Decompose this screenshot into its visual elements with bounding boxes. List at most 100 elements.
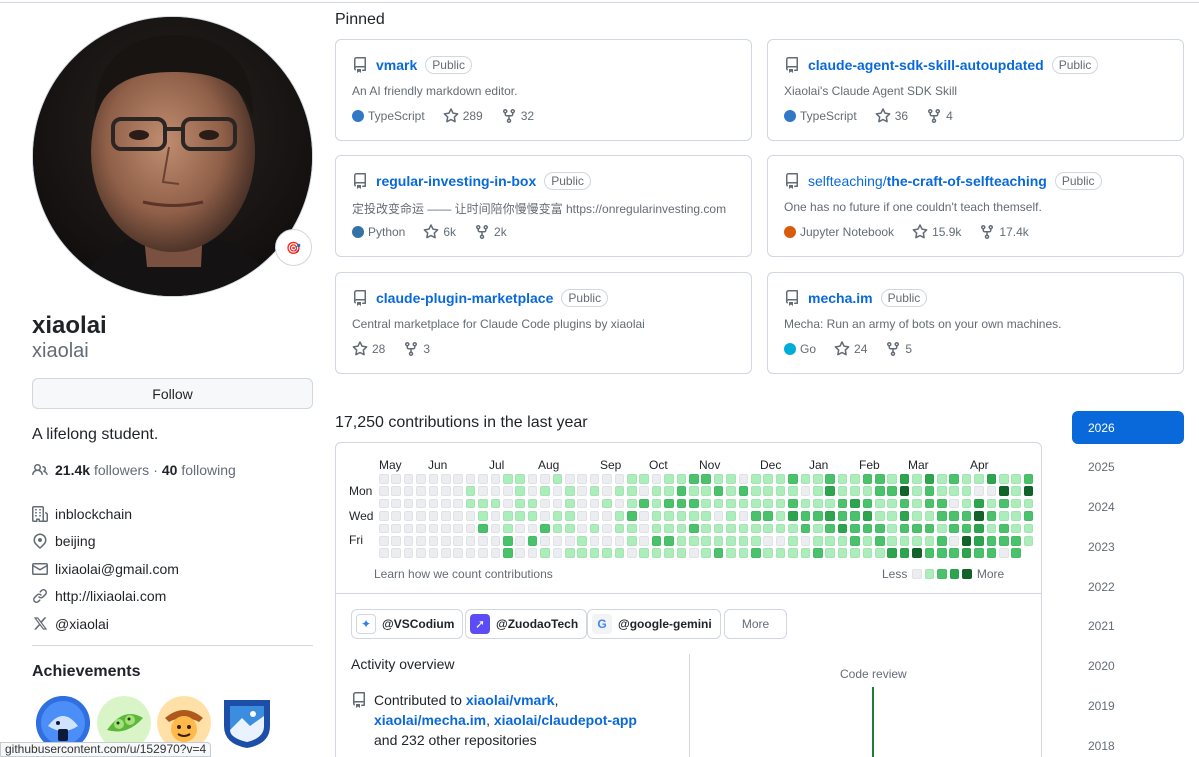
contribution-day-cell[interactable] bbox=[775, 536, 786, 546]
avatar[interactable] bbox=[32, 16, 313, 297]
contribution-day-cell[interactable] bbox=[379, 486, 389, 496]
contribution-day-cell[interactable] bbox=[775, 474, 786, 484]
contribution-day-cell[interactable] bbox=[577, 474, 587, 484]
contribution-day-cell[interactable] bbox=[813, 474, 823, 484]
repo-link-claude-agent-sdk-skill-autoupdated[interactable]: claude-agent-sdk-skill-autoupdated bbox=[808, 57, 1044, 73]
contribution-day-cell[interactable] bbox=[453, 523, 463, 534]
contribution-day-cell[interactable] bbox=[949, 536, 959, 546]
contribution-day-cell[interactable] bbox=[602, 498, 612, 509]
contribution-day-cell[interactable] bbox=[974, 498, 984, 509]
contribution-day-cell[interactable] bbox=[937, 486, 947, 496]
contribution-day-cell[interactable] bbox=[813, 511, 823, 521]
contribution-day-cell[interactable] bbox=[490, 486, 501, 496]
contribution-day-cell[interactable] bbox=[602, 548, 612, 558]
contribution-day-cell[interactable] bbox=[614, 536, 625, 546]
contribution-day-cell[interactable] bbox=[1023, 486, 1034, 496]
contribution-day-cell[interactable] bbox=[540, 536, 550, 546]
contribution-day-cell[interactable] bbox=[875, 498, 885, 509]
contribution-day-cell[interactable] bbox=[899, 498, 910, 509]
contribution-day-cell[interactable] bbox=[503, 498, 513, 509]
repo-link-the-craft-of-selfteaching[interactable]: selfteaching/the-craft-of-selfteaching bbox=[808, 173, 1047, 189]
contribution-day-cell[interactable] bbox=[565, 474, 575, 484]
contribution-day-cell[interactable] bbox=[813, 486, 823, 496]
contribution-day-cell[interactable] bbox=[887, 536, 897, 546]
contribution-day-cell[interactable] bbox=[627, 486, 637, 496]
contribution-day-cell[interactable] bbox=[961, 523, 972, 534]
contribution-day-cell[interactable] bbox=[800, 498, 811, 509]
contribution-day-cell[interactable] bbox=[924, 523, 935, 534]
contribution-day-cell[interactable] bbox=[379, 536, 389, 546]
contribution-day-cell[interactable] bbox=[1023, 523, 1034, 534]
contribution-day-cell[interactable] bbox=[738, 548, 749, 558]
year-link-2019[interactable]: 2019 bbox=[1072, 690, 1184, 723]
contribution-day-cell[interactable] bbox=[800, 523, 811, 534]
contribution-day-cell[interactable] bbox=[850, 486, 860, 496]
contribution-day-cell[interactable] bbox=[763, 523, 773, 534]
contribution-day-cell[interactable] bbox=[391, 536, 401, 546]
x-account-link[interactable]: @xiaolai bbox=[55, 616, 109, 632]
contribution-day-cell[interactable] bbox=[751, 486, 761, 496]
contribution-day-cell[interactable] bbox=[515, 536, 525, 546]
contribution-day-cell[interactable] bbox=[441, 498, 451, 509]
repo-stars-link[interactable]: 6k bbox=[423, 224, 456, 240]
contribution-day-cell[interactable] bbox=[527, 548, 538, 558]
org-filter-zuodaotech[interactable]: ➚ @ZuodaoTech bbox=[465, 609, 588, 639]
contribution-day-cell[interactable] bbox=[825, 548, 835, 558]
contribution-day-cell[interactable] bbox=[862, 548, 873, 558]
contribution-day-cell[interactable] bbox=[1011, 498, 1021, 509]
repo-stars-link[interactable]: 36 bbox=[875, 108, 908, 124]
contribution-day-cell[interactable] bbox=[837, 486, 848, 496]
contribution-day-cell[interactable] bbox=[1011, 486, 1021, 496]
contribution-day-cell[interactable] bbox=[527, 474, 538, 484]
contribution-day-cell[interactable] bbox=[478, 486, 488, 496]
contribution-day-cell[interactable] bbox=[738, 523, 749, 534]
contribution-day-cell[interactable] bbox=[1011, 474, 1021, 484]
contribution-day-cell[interactable] bbox=[800, 536, 811, 546]
contribution-day-cell[interactable] bbox=[912, 536, 922, 546]
contribution-day-cell[interactable] bbox=[527, 486, 538, 496]
repo-forks-link[interactable]: 17.4k bbox=[979, 224, 1029, 240]
contribution-day-cell[interactable] bbox=[899, 474, 910, 484]
contribution-day-cell[interactable] bbox=[465, 548, 476, 558]
contribution-day-cell[interactable] bbox=[862, 486, 873, 496]
contribution-day-cell[interactable] bbox=[974, 486, 984, 496]
contribution-day-cell[interactable] bbox=[1011, 523, 1021, 534]
contribution-day-cell[interactable] bbox=[800, 486, 811, 496]
contribution-day-cell[interactable] bbox=[515, 498, 525, 509]
contribution-day-cell[interactable] bbox=[391, 474, 401, 484]
contribution-day-cell[interactable] bbox=[924, 498, 935, 509]
contribution-day-cell[interactable] bbox=[726, 511, 736, 521]
contribution-day-cell[interactable] bbox=[751, 548, 761, 558]
contribution-day-cell[interactable] bbox=[478, 548, 488, 558]
contribution-day-cell[interactable] bbox=[788, 498, 798, 509]
contribution-day-cell[interactable] bbox=[887, 548, 897, 558]
contribution-day-cell[interactable] bbox=[850, 536, 860, 546]
repo-forks-link[interactable]: 2k bbox=[474, 224, 507, 240]
org-filter-google-gemini[interactable]: G @google-gemini bbox=[587, 609, 721, 639]
contribution-day-cell[interactable] bbox=[577, 523, 587, 534]
contribution-day-cell[interactable] bbox=[813, 536, 823, 546]
contribution-day-cell[interactable] bbox=[726, 523, 736, 534]
contribution-day-cell[interactable] bbox=[651, 536, 662, 546]
contribution-day-cell[interactable] bbox=[428, 548, 439, 558]
contribution-day-cell[interactable] bbox=[701, 486, 711, 496]
contribution-day-cell[interactable] bbox=[999, 474, 1009, 484]
contribution-day-cell[interactable] bbox=[937, 548, 947, 558]
contribution-day-cell[interactable] bbox=[490, 548, 501, 558]
contribution-day-cell[interactable] bbox=[379, 474, 389, 484]
contribution-day-cell[interactable] bbox=[937, 536, 947, 546]
contribution-day-cell[interactable] bbox=[465, 536, 476, 546]
contribution-day-cell[interactable] bbox=[527, 498, 538, 509]
contribution-day-cell[interactable] bbox=[775, 498, 786, 509]
contribution-day-cell[interactable] bbox=[664, 511, 674, 521]
contribution-day-cell[interactable] bbox=[1023, 536, 1034, 546]
contribution-day-cell[interactable] bbox=[775, 486, 786, 496]
contribution-day-cell[interactable] bbox=[627, 474, 637, 484]
contribution-day-cell[interactable] bbox=[403, 511, 414, 521]
contribution-day-cell[interactable] bbox=[676, 486, 687, 496]
contribution-day-cell[interactable] bbox=[961, 511, 972, 521]
contribution-day-cell[interactable] bbox=[391, 548, 401, 558]
contribution-day-cell[interactable] bbox=[639, 474, 649, 484]
contribution-day-cell[interactable] bbox=[738, 498, 749, 509]
contribution-day-cell[interactable] bbox=[837, 536, 848, 546]
